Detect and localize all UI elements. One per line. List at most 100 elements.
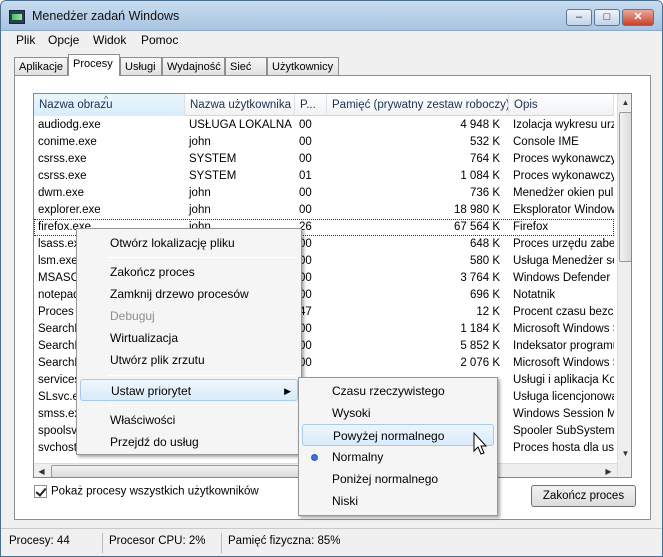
- cell-cpu: 00: [299, 187, 312, 199]
- menu-open-file-location[interactable]: Otwórz lokalizację pliku: [80, 232, 298, 254]
- menu-properties[interactable]: Właściwości: [80, 409, 298, 431]
- cell-cpu: 00: [299, 119, 312, 131]
- title-bar[interactable]: Menedżer zadań Windows – □ ✕: [1, 1, 662, 31]
- cell-name: csrss.exe: [38, 153, 87, 165]
- cell-desc: Indeksator programu Microsoft Windows Se…: [513, 340, 614, 352]
- menu-separator: [107, 375, 297, 376]
- menu-view[interactable]: Widok: [93, 33, 126, 47]
- table-row[interactable]: dwm.exe john 00 736 K Menedżer okien pulpitu: [34, 185, 614, 202]
- cell-desc: Menedżer okien pulpitu: [513, 187, 614, 199]
- priority-above-normal[interactable]: Powyżej normalnego: [302, 424, 494, 446]
- menu-options[interactable]: Opcje: [48, 33, 79, 47]
- tab-users[interactable]: Użytkownicy: [267, 57, 339, 76]
- cell-cpu: 00: [299, 153, 312, 165]
- tab-processes[interactable]: Procesy: [68, 54, 120, 76]
- cell-desc: Firefox: [513, 221, 549, 233]
- priority-realtime[interactable]: Czasu rzeczywistego: [302, 380, 494, 402]
- show-all-users-checkbox[interactable]: [34, 485, 47, 498]
- cell-mem: 532 K: [469, 136, 500, 148]
- column-description[interactable]: Opis: [509, 94, 614, 116]
- cell-mem: 696 K: [469, 289, 500, 301]
- cell-cpu: 00: [299, 204, 312, 216]
- cell-name: csrss.exe: [38, 170, 87, 182]
- cell-mem: 1 184 K: [460, 323, 500, 335]
- cell-name: audiodg.exe: [38, 119, 101, 131]
- submenu-arrow-icon: ▶: [284, 386, 291, 396]
- scroll-down-icon[interactable]: ▼: [618, 446, 631, 462]
- column-image-name[interactable]: ^ Nazwa obrazu: [34, 94, 185, 116]
- menu-end-process-tree[interactable]: Zamknij drzewo procesów: [80, 283, 298, 305]
- cell-desc: Eksplorator Windows: [513, 204, 614, 216]
- priority-low[interactable]: Niski: [302, 490, 494, 512]
- cell-mem: 580 K: [469, 255, 500, 267]
- maximize-button[interactable]: □: [594, 9, 620, 26]
- end-process-button[interactable]: Zakończ proces: [531, 485, 636, 507]
- status-processes: Procesy: 44: [9, 535, 70, 547]
- cell-desc: Microsoft Windows Search Filter Host: [513, 323, 614, 335]
- menu-separator: [107, 257, 297, 258]
- menu-create-dump-file[interactable]: Utwórz plik zrzutu: [80, 349, 298, 371]
- tab-network[interactable]: Sieć: [225, 57, 267, 76]
- menu-set-priority-label: Ustaw priorytet: [111, 384, 192, 398]
- vertical-scrollbar[interactable]: ▲ ▼: [617, 94, 631, 477]
- priority-high[interactable]: Wysoki: [302, 402, 494, 424]
- menu-end-process[interactable]: Zakończ proces: [80, 261, 298, 283]
- column-memory[interactable]: Pamięć (prywatny zestaw roboczy): [327, 94, 509, 116]
- table-row[interactable]: conime.exe john 00 532 K Console IME: [34, 134, 614, 151]
- status-divider: [221, 533, 222, 553]
- column-user-name[interactable]: Nazwa użytkownika: [185, 94, 295, 116]
- priority-submenu: Czasu rzeczywistego Wysoki Powyżej norma…: [298, 377, 498, 516]
- column-cpu[interactable]: P...: [295, 94, 327, 116]
- cell-desc: Microsoft Windows Search Protocol Host: [513, 357, 614, 369]
- cell-name: explorer.exe: [38, 204, 101, 216]
- cell-user: SYSTEM: [189, 170, 237, 182]
- cell-desc: Windows Defender User Interface: [513, 272, 614, 284]
- sort-ascending-icon: ^: [104, 94, 109, 104]
- selected-radio-icon: [311, 454, 318, 461]
- cell-user: john: [189, 204, 211, 216]
- cell-mem: 67 564 K: [453, 221, 500, 233]
- scroll-right-icon[interactable]: ▶: [601, 464, 616, 477]
- menu-bar: Plik Opcje Widok Pomoc: [1, 31, 662, 51]
- close-button[interactable]: ✕: [622, 9, 654, 26]
- cell-mem: 5 852 K: [460, 340, 500, 352]
- scroll-left-icon[interactable]: ◀: [34, 464, 49, 477]
- priority-normal[interactable]: Normalny: [302, 446, 494, 468]
- cell-user: john: [189, 187, 211, 199]
- table-header: ^ Nazwa obrazu Nazwa użytkownika P... Pam…: [34, 94, 614, 116]
- table-row[interactable]: csrss.exe SYSTEM 01 1 084 K Proces wykonawcz…: [34, 168, 614, 185]
- menu-help[interactable]: Pomoc: [141, 33, 178, 47]
- status-bar: Procesy: 44 Procesor CPU: 2% Pamięć fizy…: [1, 528, 662, 556]
- cell-cpu: 01: [299, 170, 312, 182]
- cell-desc: Proces hosta dla usług systemu Windows: [513, 442, 614, 454]
- cell-cpu: 00: [299, 136, 312, 148]
- show-all-users-label: Pokaż procesy wszystkich użytkowników: [51, 485, 259, 498]
- cell-name: dwm.exe: [38, 187, 85, 199]
- priority-below-normal[interactable]: Poniżej normalnego: [302, 468, 494, 490]
- tab-applications[interactable]: Aplikacje: [14, 57, 68, 76]
- table-row[interactable]: csrss.exe SYSTEM 00 764 K Proces wykonawczy …: [34, 151, 614, 168]
- cell-desc: Usługa Menedżer sesji lokalnych: [513, 255, 614, 267]
- tab-performance[interactable]: Wydajność: [162, 57, 225, 76]
- cell-desc: Izolacja wykresu urządzenia audio: [513, 119, 614, 131]
- show-all-users-option[interactable]: Pokaż procesy wszystkich użytkowników: [34, 485, 259, 498]
- cell-desc: Usługa licencjonowania oprogramowania: [513, 391, 614, 403]
- cell-mem: 12 K: [476, 306, 500, 318]
- cell-mem: 18 980 K: [453, 204, 500, 216]
- minimize-button[interactable]: –: [566, 9, 592, 26]
- column-label: Nazwa obrazu: [39, 99, 113, 111]
- table-row[interactable]: audiodg.exe USŁUGA LOKALNA 00 4 948 K Izolac…: [34, 117, 614, 134]
- tab-services[interactable]: Usługi: [120, 57, 162, 76]
- table-row[interactable]: explorer.exe john 00 18 980 K Eksplorator Wi…: [34, 202, 614, 219]
- vertical-scroll-thumb[interactable]: [619, 112, 631, 262]
- status-cpu: Procesor CPU: 2%: [109, 535, 206, 547]
- scroll-up-icon[interactable]: ▲: [618, 95, 631, 111]
- menu-file[interactable]: Plik: [16, 33, 35, 47]
- menu-virtualization[interactable]: Wirtualizacja: [80, 327, 298, 349]
- cell-user: SYSTEM: [189, 153, 237, 165]
- cell-mem: 1 084 K: [460, 170, 500, 182]
- cell-desc: Proces wykonawczy klient-serwer: [513, 153, 614, 165]
- menu-go-to-services[interactable]: Przejdź do usług: [80, 431, 298, 453]
- cell-mem: 764 K: [469, 153, 500, 165]
- menu-set-priority[interactable]: Ustaw priorytet ▶: [80, 379, 298, 401]
